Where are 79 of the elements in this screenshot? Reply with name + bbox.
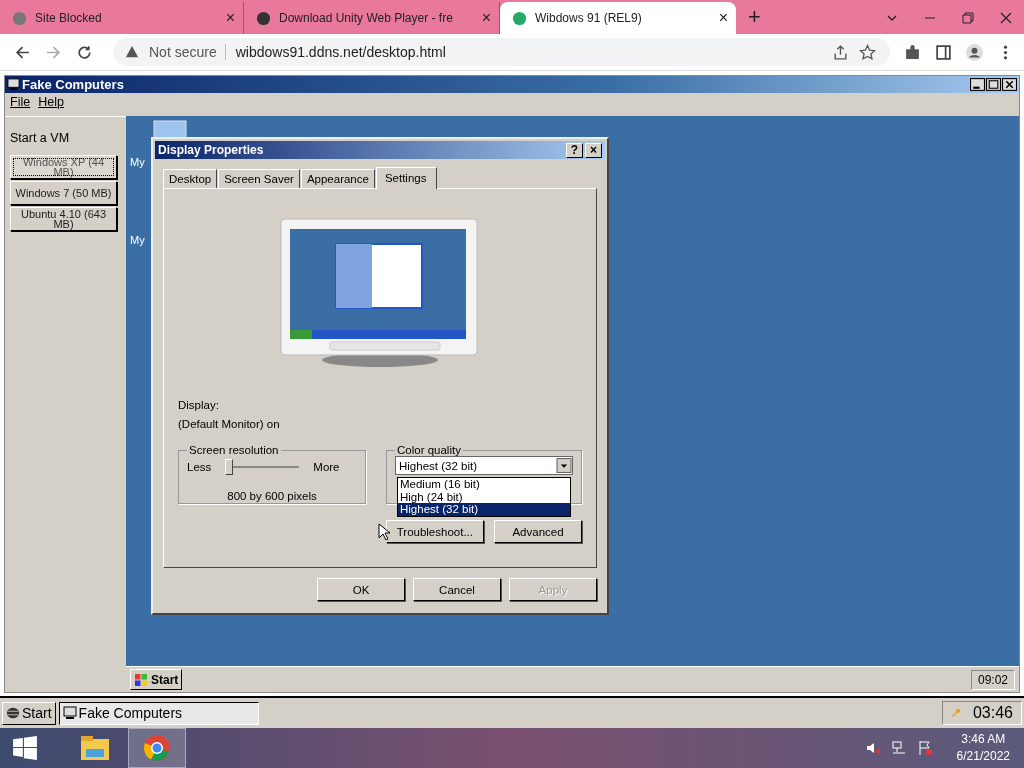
system-time: 3:46 AM — [961, 731, 1006, 748]
favicon-icon — [12, 10, 27, 26]
mouse-pointer-icon — [378, 523, 390, 541]
flag-icon[interactable] — [916, 740, 933, 756]
taskbar-item[interactable]: Fake Computers — [58, 701, 259, 725]
close-icon[interactable] — [1000, 12, 1012, 24]
muted-speaker-icon[interactable] — [864, 740, 881, 756]
dialog-button[interactable]: Troubleshoot... — [385, 520, 484, 543]
dropdown-option[interactable]: Highest (32 bit) — [398, 503, 570, 516]
browser-tab[interactable]: Wibdows 91 (REL9) × — [500, 2, 736, 34]
tab-title: Site Blocked — [35, 11, 103, 25]
desktop-icon-label[interactable]: My — [130, 234, 145, 246]
computer-icon — [62, 706, 77, 720]
resolution-reading: 800 by 600 pixels — [226, 490, 318, 502]
folder-icon — [80, 734, 110, 762]
help-button[interactable]: ? — [566, 142, 583, 158]
start-button[interactable]: Start — [130, 669, 183, 690]
sidebar-heading: Start a VM — [10, 131, 71, 145]
display-label: Display: — [178, 399, 220, 411]
dialog-button[interactable]: OK — [317, 578, 405, 601]
browser-icon — [142, 734, 172, 762]
favicon-icon — [256, 10, 271, 26]
windows-logo-icon — [134, 672, 148, 687]
color-quality-dropdown[interactable]: Highest (32 bit) — [395, 456, 573, 475]
warning-icon — [125, 45, 139, 59]
close-tab-button[interactable]: × — [481, 9, 491, 27]
close-button[interactable]: × — [585, 142, 602, 158]
vm-button[interactable]: Ubuntu 4.10 (643 MB) — [10, 207, 117, 231]
dialog-tab[interactable]: Screen Saver — [218, 169, 300, 188]
tab-title: Wibdows 91 (REL9) — [535, 11, 643, 25]
star-icon[interactable] — [859, 43, 876, 61]
taskbar-clock: 03:46 — [972, 704, 1013, 722]
close-tab-button[interactable]: × — [225, 9, 235, 27]
start-button[interactable]: Start — [2, 701, 56, 725]
desktop-icon-label[interactable]: My — [130, 156, 145, 168]
dropdown-option[interactable]: High (24 bit) — [398, 490, 570, 503]
vm-button[interactable]: Windows 7 (50 MB) — [10, 181, 117, 205]
favicon-icon — [512, 10, 527, 26]
group-title: Color quality — [396, 444, 462, 456]
url-text: wibdows91.ddns.net/desktop.html — [235, 44, 446, 60]
browser-tab[interactable]: Site Blocked × — [0, 2, 244, 34]
dialog-button[interactable]: Advanced — [494, 520, 582, 543]
more-label: More — [313, 461, 340, 473]
maximize-button[interactable] — [986, 78, 1001, 91]
close-button[interactable] — [1002, 78, 1017, 91]
dialog-button[interactable]: Cancel — [413, 578, 501, 601]
network-icon[interactable] — [890, 740, 907, 756]
reload-icon[interactable] — [76, 43, 93, 61]
computer-icon[interactable] — [152, 119, 188, 139]
window-title: Fake Computers — [22, 77, 124, 92]
new-tab-button[interactable]: + — [748, 4, 761, 30]
minimize-button[interactable] — [970, 78, 985, 91]
tab-title: Download Unity Web Player - fre — [279, 11, 454, 25]
monitor-name: (Default Monitor) on — [178, 418, 281, 430]
slider-thumb[interactable] — [225, 459, 234, 475]
logo-icon — [6, 706, 20, 720]
windows-logo-icon[interactable] — [12, 735, 38, 761]
menu-item[interactable]: Help — [38, 95, 64, 109]
sidebar-icon[interactable] — [935, 43, 952, 61]
key-icon — [951, 706, 961, 720]
restore-icon[interactable] — [962, 12, 974, 24]
dialog-title: Display Properties — [158, 143, 265, 157]
dialog-tab[interactable]: Desktop — [163, 169, 218, 188]
profile-icon[interactable] — [966, 43, 983, 61]
menu-item[interactable]: File — [10, 95, 31, 109]
dropdown-option[interactable]: Medium (16 bit) — [398, 478, 570, 491]
address-bar[interactable]: Not secure wibdows91.ddns.net/desktop.html — [113, 38, 890, 66]
less-label: Less — [187, 461, 212, 473]
dialog-tab[interactable]: Settings — [375, 167, 438, 189]
dialog-tab[interactable]: Appearance — [300, 169, 375, 188]
security-label: Not secure — [149, 44, 226, 60]
taskbar-app[interactable] — [128, 728, 186, 768]
close-tab-button[interactable]: × — [718, 9, 728, 27]
system-date: 6/21/2022 — [956, 748, 1010, 765]
taskbar-clock: 09:02 — [970, 669, 1015, 690]
computer-icon — [7, 78, 20, 91]
share-icon[interactable] — [832, 43, 849, 61]
group-title: Screen resolution — [188, 444, 280, 456]
puzzle-icon[interactable] — [904, 43, 921, 61]
